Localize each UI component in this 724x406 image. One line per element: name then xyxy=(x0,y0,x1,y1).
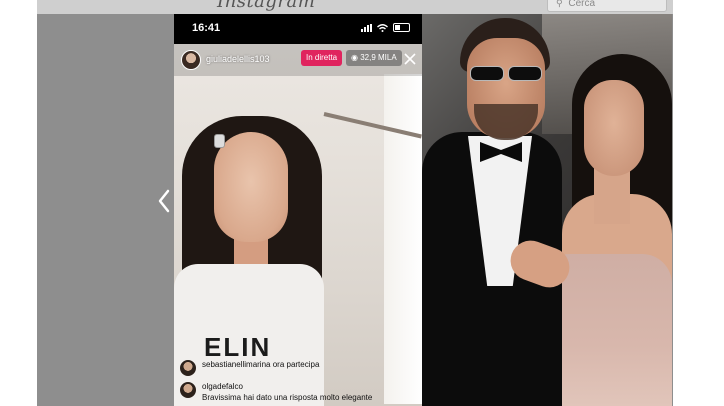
chevron-left-icon xyxy=(158,189,170,213)
viewer-count-badge: ◉ 32,9 MILA xyxy=(346,50,402,66)
wifi-icon xyxy=(377,23,388,32)
search-icon: ⚲ xyxy=(556,0,563,8)
close-icon[interactable] xyxy=(403,52,417,66)
comment-avatar xyxy=(180,382,196,398)
live-header: giuliadelellis103 In diretta ◉ 32,9 MILA xyxy=(174,44,422,76)
sunglasses xyxy=(470,66,542,81)
live-stream-screenshot: ELIN 16:41 giuliadelellis103 In diretta … xyxy=(174,14,422,406)
comment-user: sebastianellimarina ora partecipa xyxy=(202,360,320,369)
live-badge: In diretta xyxy=(301,50,343,66)
live-comment: olgadefalco Bravissima hai dato una risp… xyxy=(180,382,372,402)
live-comment: sebastianellimarina ora partecipa xyxy=(180,360,319,376)
woman-face xyxy=(584,80,644,176)
comment-text: Bravissima hai dato una risposta molto e… xyxy=(202,393,373,402)
eye-icon: ◉ xyxy=(351,53,358,62)
status-icons xyxy=(361,23,410,32)
instagram-logo[interactable]: Instagram xyxy=(217,0,315,12)
instagram-top-bar: Instagram ⚲ Cerca xyxy=(37,0,673,14)
window-light xyxy=(384,74,422,404)
couple-photo xyxy=(422,14,672,406)
shirt-print: ELIN xyxy=(204,332,272,362)
previous-button[interactable] xyxy=(155,188,173,214)
comment-user: olgadefalco xyxy=(202,382,243,391)
avatar[interactable] xyxy=(181,50,201,70)
battery-icon xyxy=(393,23,410,32)
signal-icon xyxy=(361,23,372,32)
viewer-count: 32,9 MILA xyxy=(360,53,397,62)
status-time: 16:41 xyxy=(192,22,221,34)
live-username[interactable]: giuliadelellis103 xyxy=(206,54,270,64)
search-input[interactable]: ⚲ Cerca xyxy=(547,0,667,12)
search-placeholder: Cerca xyxy=(568,0,596,9)
comment-avatar xyxy=(180,360,196,376)
person-face xyxy=(214,132,288,242)
phone-status-bar: 16:41 xyxy=(174,14,422,44)
hair-clip xyxy=(214,134,225,148)
